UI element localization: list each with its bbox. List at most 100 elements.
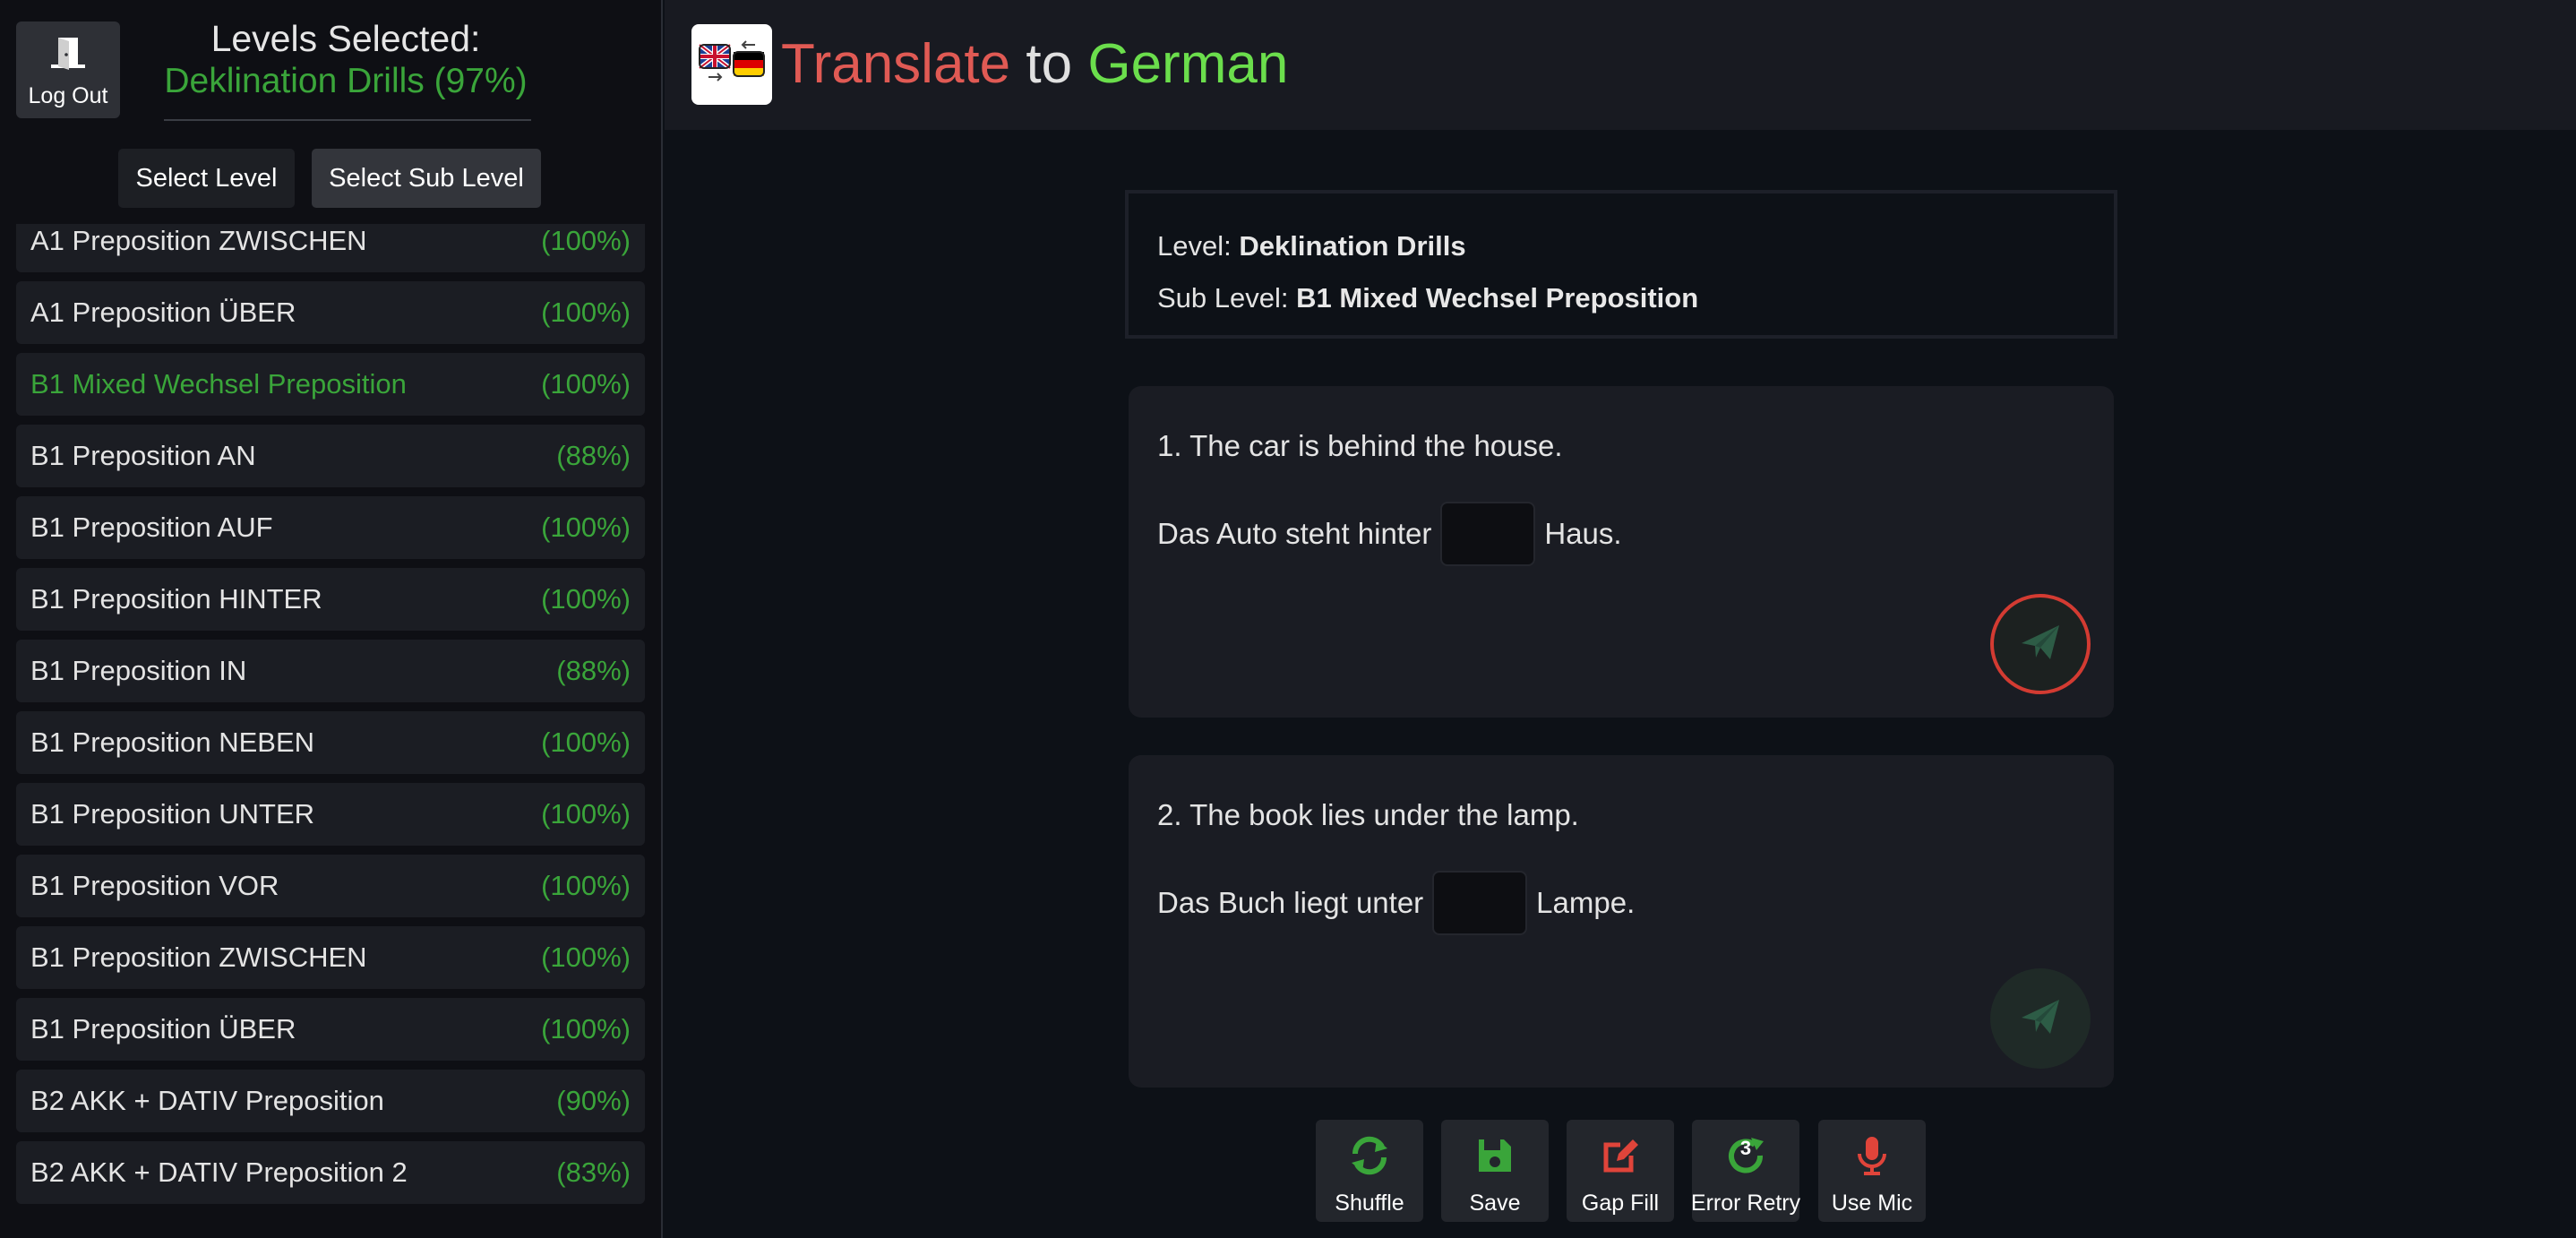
sentence-after: Haus. [1544,517,1622,550]
sidebar-list-item[interactable]: B1 Mixed Wechsel Preposition (100%) [16,353,645,416]
sidebar-item-label: B2 AKK + DATIV Preposition [30,1085,384,1116]
sidebar-list-item[interactable]: B2 AKK + DATIV Preposition (90%) [16,1070,645,1132]
error-retry-label: Error Retry [1690,1191,1801,1216]
shuffle-label: Shuffle [1335,1191,1404,1216]
sidebar-item-percent: (100%) [541,1013,631,1045]
error-retry-count: 3 [1739,1137,1752,1159]
title-translate: Translate [781,33,1011,95]
levels-selected-value: Deklination Drills (97%) [164,62,528,100]
gap-fill-row: Das Buch liegt unter Lampe. [1157,870,1635,936]
sentence-after: Lampe. [1536,886,1636,919]
app-root: Log Out Levels Selected: Deklination Dri… [0,0,2576,1238]
use-mic-label: Use Mic [1831,1191,1913,1216]
sidebar-item-label: B1 Preposition NEBEN [30,726,315,758]
save-icon [1473,1134,1516,1182]
sidebar-item-percent: (100%) [541,798,631,830]
sidebar-item-percent: (90%) [556,1085,631,1116]
level-line: Level: Deklination Drills [1157,220,2114,272]
sidebar-item-percent: (100%) [541,512,631,543]
edit-icon [1599,1134,1642,1182]
sidebar-item-label: B1 Preposition ÜBER [30,1013,296,1045]
levels-selected-title: Levels Selected: [210,18,481,59]
title-to: to [1026,33,1073,95]
sidebar-item-percent: (88%) [556,440,631,471]
sidebar-list-item[interactable]: B1 Preposition HINTER (100%) [16,568,645,631]
gap-input[interactable] [1432,871,1528,935]
sub-level-line: Sub Level: B1 Mixed Wechsel Preposition [1157,272,2114,324]
levels-selected: Levels Selected: Deklination Drills (97%… [161,16,530,102]
sidebar-list-item[interactable]: B2 AKK + DATIV Preposition 2 (83%) [16,1141,645,1204]
sub-level-list-inner: A1 Preposition ZWISCHEN (100%) A1 Preposit… [16,224,645,1213]
sidebar-item-percent: (100%) [541,225,631,256]
uk-germany-flags-icon [696,38,768,92]
sidebar-item-label: A1 Preposition ÜBER [30,297,296,328]
sidebar-list-item[interactable]: B1 Preposition AUF (100%) [16,496,645,559]
sub-level-list[interactable]: A1 Preposition ZWISCHEN (100%) A1 Preposit… [0,224,661,1238]
shuffle-button[interactable]: Shuffle [1316,1120,1423,1222]
sidebar: Log Out Levels Selected: Deklination Dri… [0,0,663,1238]
save-button[interactable]: Save [1441,1120,1549,1222]
gap-fill-label: Gap Fill [1581,1191,1660,1216]
question-card: 2. The book lies under the lamp. Das Buc… [1129,755,2114,1088]
sidebar-item-label: B1 Preposition IN [30,655,247,686]
sidebar-list-item[interactable]: A1 Preposition ÜBER (100%) [16,281,645,344]
sidebar-list-item[interactable]: A1 Preposition ZWISCHEN (100%) [16,224,645,272]
sidebar-item-percent: (100%) [541,297,631,328]
level-label: Level: [1157,230,1232,262]
sidebar-list-item[interactable]: B1 Preposition NEBEN (100%) [16,711,645,774]
level-info-box: Level: Deklination Drills Sub Level: B1 … [1125,190,2117,339]
sidebar-item-label: B1 Preposition AN [30,440,256,471]
use-mic-button[interactable]: Use Mic [1818,1120,1926,1222]
sentence-before: Das Auto steht hinter [1157,517,1432,550]
sidebar-item-label: B1 Preposition AUF [30,512,273,543]
sidebar-list-item[interactable]: B1 Preposition AN (88%) [16,425,645,487]
sub-level-label: Sub Level: [1157,282,1289,314]
logout-label: Log Out [28,83,108,108]
sidebar-item-percent: (100%) [541,368,631,400]
microphone-icon [1850,1134,1893,1182]
sidebar-list-item[interactable]: B1 Preposition VOR (100%) [16,855,645,917]
question-prompt: 2. The book lies under the lamp. [1157,798,1579,831]
app-title: Translate to German [781,32,1288,97]
sidebar-item-label: B1 Preposition HINTER [30,583,322,615]
sidebar-item-label: B1 Preposition UNTER [30,798,315,830]
door-exit-icon [46,30,90,80]
gap-input[interactable] [1440,502,1536,566]
title-language: German [1087,33,1289,95]
sidebar-list-item[interactable]: B1 Preposition ÜBER (100%) [16,998,645,1061]
sidebar-item-label: B1 Preposition VOR [30,870,279,901]
shuffle-icon [1348,1134,1391,1182]
app-logo [691,24,772,105]
select-sub-level-button[interactable]: Select Sub Level [312,149,541,208]
sidebar-item-label: B2 AKK + DATIV Preposition 2 [30,1156,408,1188]
logout-button[interactable]: Log Out [16,21,120,118]
sub-level-value: B1 Mixed Wechsel Preposition [1296,282,1699,314]
sidebar-item-percent: (83%) [556,1156,631,1188]
sidebar-list-item[interactable]: B1 Preposition UNTER (100%) [16,783,645,846]
question-prompt: 1. The car is behind the house. [1157,429,1563,462]
send-icon [2016,993,2065,1045]
sentence-before: Das Buch liegt unter [1157,886,1424,919]
levels-divider [164,119,531,121]
sidebar-item-percent: (100%) [541,726,631,758]
gap-fill-button[interactable]: Gap Fill [1567,1120,1674,1222]
send-icon [2016,618,2065,671]
sidebar-item-percent: (100%) [541,583,631,615]
save-label: Save [1469,1191,1521,1216]
top-bar: Translate to German [665,0,2576,130]
sidebar-item-percent: (100%) [541,870,631,901]
submit-answer-button[interactable] [1990,968,2091,1069]
select-level-button[interactable]: Select Level [118,149,295,208]
sidebar-list-item[interactable]: B1 Preposition ZWISCHEN (100%) [16,926,645,989]
sidebar-item-label: B1 Mixed Wechsel Preposition [30,368,407,400]
sidebar-item-label: B1 Preposition ZWISCHEN [30,941,367,973]
sidebar-item-percent: (88%) [556,655,631,686]
sidebar-list-item[interactable]: B1 Preposition IN (88%) [16,640,645,702]
question-card: 1. The car is behind the house. Das Auto… [1129,386,2114,718]
level-value: Deklination Drills [1239,230,1466,262]
gap-fill-row: Das Auto steht hinter Haus. [1157,501,1622,567]
submit-answer-button[interactable] [1990,594,2091,694]
sidebar-item-label: A1 Preposition ZWISCHEN [30,225,367,256]
error-retry-button[interactable]: 3 Error Retry [1690,1120,1801,1222]
sidebar-item-percent: (100%) [541,941,631,973]
